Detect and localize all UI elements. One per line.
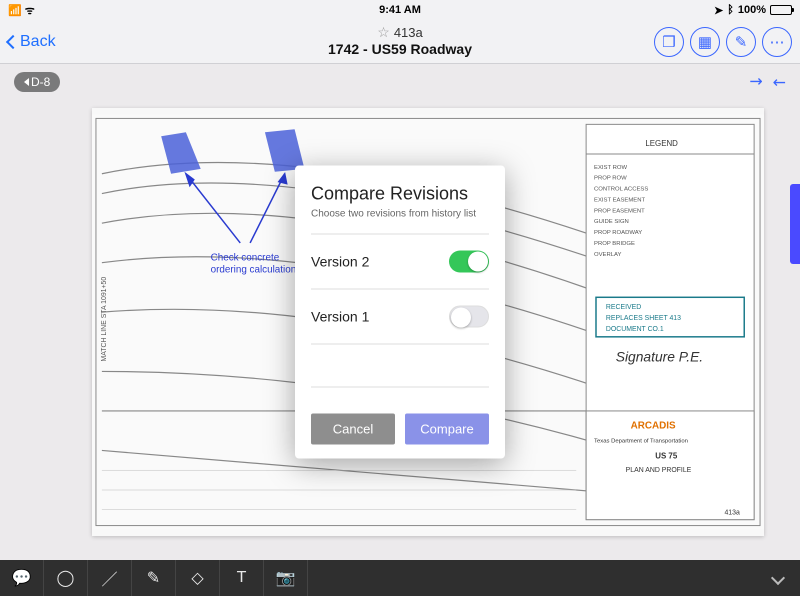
title-line1: 413a [394, 25, 423, 40]
wifi-icon: ᯤ [25, 5, 35, 17]
svg-text:PLAN AND PROFILE: PLAN AND PROFILE [626, 467, 692, 474]
chevron-left-icon [6, 34, 20, 48]
location-icon: ➤ [714, 4, 723, 17]
eraser-tool[interactable]: ◇ [176, 560, 220, 596]
status-left: 📶 ᯤ [8, 3, 35, 18]
line-tool[interactable]: ／ [88, 560, 132, 596]
star-icon[interactable]: ☆ [377, 24, 390, 41]
text-tool[interactable]: T [220, 560, 264, 596]
svg-text:PROP EASEMENT: PROP EASEMENT [594, 208, 645, 214]
status-bar: 📶 ᯤ 9:41 AM ➤ ᛒ 100% [0, 0, 800, 20]
grid-button[interactable]: ▦ [690, 27, 720, 57]
svg-text:LEGEND: LEGEND [645, 139, 678, 148]
edge-tab[interactable] [790, 184, 800, 264]
svg-text:ARCADIS: ARCADIS [631, 421, 676, 432]
expand-button[interactable]: ↗ ↗ [749, 72, 786, 92]
svg-text:US 75: US 75 [655, 451, 678, 460]
svg-text:RECEIVED: RECEIVED [606, 304, 641, 311]
layers-icon: ❒ [662, 33, 675, 51]
svg-text:CONTROL ACCESS: CONTROL ACCESS [594, 187, 648, 193]
navigation-bar: Back ☆ 413a 1742 - US59 Roadway ❒ ▦ ✎ ⋯ [0, 20, 800, 64]
svg-text:EXIST EASEMENT: EXIST EASEMENT [594, 197, 645, 203]
svg-text:GUIDE SIGN: GUIDE SIGN [594, 219, 629, 225]
more-button[interactable]: ⋯ [762, 27, 792, 57]
svg-text:PROP ROW: PROP ROW [594, 176, 627, 182]
compare-revisions-modal: Compare Revisions Choose two revisions f… [295, 166, 505, 459]
pencil-tool[interactable]: ✎ [132, 560, 176, 596]
svg-text:MATCH LINE STA 1091+50: MATCH LINE STA 1091+50 [101, 277, 108, 362]
signal-icon: 📶 [8, 5, 22, 17]
divider [311, 387, 489, 388]
divider [311, 289, 489, 290]
modal-title: Compare Revisions [311, 184, 489, 205]
sheet-badge[interactable]: D-8 [14, 72, 60, 92]
divider [311, 234, 489, 235]
svg-text:DOCUMENT CO.1: DOCUMENT CO.1 [606, 326, 664, 333]
svg-text:OVERLAY: OVERLAY [594, 252, 622, 258]
chevron-down-icon [771, 571, 785, 585]
divider [311, 344, 489, 345]
cancel-button[interactable]: Cancel [311, 414, 395, 445]
camera-icon: 📷 [276, 568, 296, 588]
svg-text:PROP BRIDGE: PROP BRIDGE [594, 241, 635, 247]
svg-text:ordering calculation: ordering calculation [211, 265, 297, 276]
content-area: D-8 ↗ ↗ [0, 64, 800, 560]
nav-actions: ❒ ▦ ✎ ⋯ [654, 27, 792, 57]
circle-tool[interactable]: ◯ [44, 560, 88, 596]
battery-percent: 100% [738, 4, 766, 16]
svg-text:PROP ROADWAY: PROP ROADWAY [594, 230, 642, 236]
svg-text:Texas Department of Transporta: Texas Department of Transportation [594, 439, 688, 445]
status-right: ➤ ᛒ 100% [714, 4, 792, 17]
status-time: 9:41 AM [379, 4, 421, 16]
eraser-icon: ◇ [191, 568, 203, 588]
back-label: Back [20, 33, 56, 51]
badge-label: D-8 [31, 75, 50, 89]
version-label: Version 1 [311, 309, 369, 325]
pencil-square-icon: ✎ [735, 33, 748, 51]
page-title: ☆ 413a 1742 - US59 Roadway [328, 24, 472, 57]
modal-buttons: Cancel Compare [311, 414, 489, 445]
edit-button[interactable]: ✎ [726, 27, 756, 57]
circle-icon: ◯ [57, 568, 75, 588]
annotation-text: Check concrete [211, 253, 280, 264]
speech-bubble-icon: 💬 [12, 568, 32, 588]
back-button[interactable]: Back [8, 33, 56, 51]
expand-arrow-icon: ↗ [766, 69, 791, 94]
camera-tool[interactable]: 📷 [264, 560, 308, 596]
svg-text:Signature P.E.: Signature P.E. [616, 349, 703, 365]
triangle-left-icon [24, 78, 29, 86]
collapse-toolbar-button[interactable] [756, 560, 800, 596]
expand-arrow-icon: ↗ [744, 69, 769, 94]
svg-text:REPLACES SHEET 413: REPLACES SHEET 413 [606, 315, 681, 322]
version-label: Version 2 [311, 254, 369, 270]
version-row: Version 2 [311, 241, 489, 283]
more-icon: ⋯ [770, 33, 785, 51]
compare-button[interactable]: Compare [405, 414, 489, 445]
bluetooth-icon: ᛒ [727, 4, 734, 16]
version-toggle[interactable] [449, 306, 489, 328]
line-icon: ／ [101, 566, 117, 590]
svg-text:EXIST ROW: EXIST ROW [594, 165, 627, 171]
speech-bubble-tool[interactable]: 💬 [0, 560, 44, 596]
layers-button[interactable]: ❒ [654, 27, 684, 57]
version-row: Version 1 [311, 296, 489, 338]
text-icon: T [237, 569, 247, 587]
pencil-icon: ✎ [147, 568, 160, 588]
annotation-toolbar: 💬 ◯ ／ ✎ ◇ T 📷 [0, 560, 800, 596]
title-line2: 1742 - US59 Roadway [328, 41, 472, 57]
battery-icon [770, 5, 792, 15]
grid-icon: ▦ [698, 33, 712, 51]
svg-text:413a: 413a [724, 510, 740, 517]
version-toggle[interactable] [449, 251, 489, 273]
modal-subtitle: Choose two revisions from history list [311, 209, 489, 220]
